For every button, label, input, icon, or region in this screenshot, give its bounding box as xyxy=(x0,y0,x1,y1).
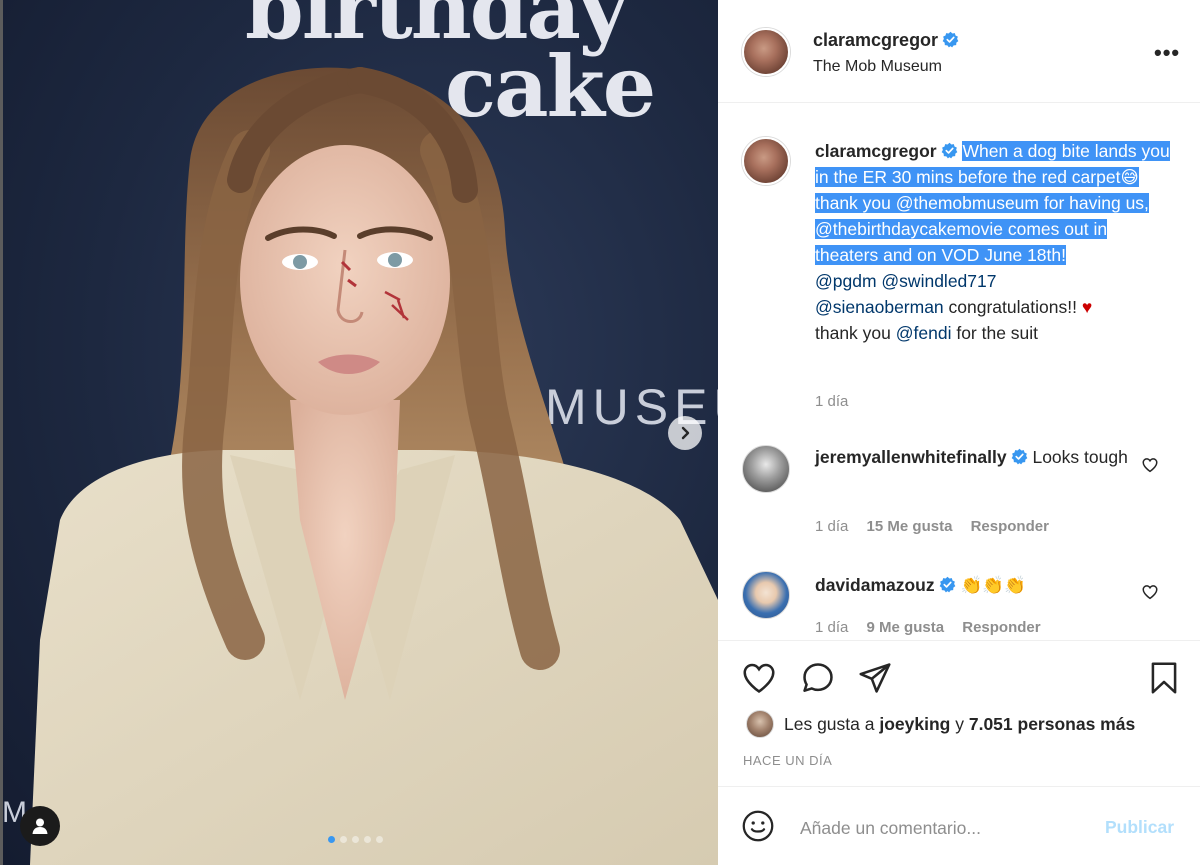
comment-bubble-icon[interactable] xyxy=(799,659,837,697)
red-heart-emoji: ♥ xyxy=(1081,297,1093,317)
comment-text: 👏👏👏 xyxy=(955,575,1026,595)
comments-scroll-area[interactable]: claramcgregor When a dog bite lands you … xyxy=(718,104,1200,640)
author-username[interactable]: claramcgregor xyxy=(813,30,938,50)
publish-button[interactable]: Publicar xyxy=(1105,817,1174,838)
heart-outline-icon[interactable] xyxy=(1141,583,1159,601)
mention-fendi[interactable]: @fendi xyxy=(896,323,952,343)
carousel-dot xyxy=(376,836,383,843)
comment-text: Looks tough xyxy=(1027,447,1128,467)
comment-likes[interactable]: 9 Me gusta xyxy=(867,619,945,636)
mention-swindled717[interactable]: @swindled717 xyxy=(881,271,996,291)
verified-badge-icon xyxy=(939,576,955,593)
verified-badge-icon xyxy=(942,31,959,48)
likes-prefix: Les gusta a xyxy=(784,714,880,734)
next-image-button[interactable] xyxy=(668,416,702,450)
comment-likes[interactable]: 15 Me gusta xyxy=(867,518,953,535)
comment-meta: 1 día 15 Me gusta Responder xyxy=(815,518,1063,535)
share-paper-plane-icon[interactable] xyxy=(856,659,894,697)
carousel-dot xyxy=(328,836,335,843)
comment-input[interactable] xyxy=(800,813,1100,843)
comment-item: davidamazouz 👏👏👏 xyxy=(815,572,1145,598)
reply-button[interactable]: Responder xyxy=(971,518,1049,535)
comment-item: jeremyallenwhitefinally Looks tough xyxy=(815,444,1145,470)
commenter-avatar[interactable] xyxy=(742,571,790,619)
likes-summary[interactable]: Les gusta a joeyking y 7.051 personas má… xyxy=(784,714,1135,735)
carousel-dot xyxy=(364,836,371,843)
mention-sienaoberman[interactable]: @sienaoberman xyxy=(815,297,944,317)
reply-button[interactable]: Responder xyxy=(962,619,1040,636)
mention-pgdm[interactable]: @pgdm xyxy=(815,271,877,291)
person-photo xyxy=(30,67,718,865)
comment-username[interactable]: davidamazouz xyxy=(815,575,935,595)
author-avatar[interactable] xyxy=(742,28,790,76)
user-icon xyxy=(32,818,48,834)
liker-avatar[interactable] xyxy=(746,710,774,738)
like-heart-icon[interactable] xyxy=(740,659,778,697)
caption-congrats-text: congratulations!! xyxy=(943,297,1082,317)
likes-count[interactable]: 7.051 personas más xyxy=(969,714,1135,734)
chevron-right-icon xyxy=(681,426,690,440)
location-link[interactable]: The Mob Museum xyxy=(813,58,942,76)
comment-time[interactable]: 1 día xyxy=(815,518,848,535)
post-caption: claramcgregor When a dog bite lands you … xyxy=(815,138,1175,346)
comment-time[interactable]: 1 día xyxy=(815,619,848,636)
comment-meta: 1 día 9 Me gusta Responder xyxy=(815,619,1055,636)
add-comment-bar: Publicar xyxy=(718,786,1200,865)
post-side-panel: claramcgregor The Mob Museum ••• claramc… xyxy=(718,0,1200,865)
post-actions: Les gusta a joeyking y 7.051 personas má… xyxy=(718,640,1200,790)
caption-thanks-text: thank you xyxy=(815,323,896,343)
commenter-avatar[interactable] xyxy=(742,445,790,493)
verified-badge-icon xyxy=(1011,448,1027,465)
carousel-dot xyxy=(352,836,359,843)
tagged-users-button[interactable] xyxy=(20,806,60,846)
caption-author-avatar[interactable] xyxy=(742,137,790,185)
likes-user[interactable]: joeyking xyxy=(879,714,950,734)
carousel-indicator xyxy=(328,836,383,843)
comment-username[interactable]: jeremyallenwhitefinally xyxy=(815,447,1007,467)
more-options-button[interactable]: ••• xyxy=(1154,40,1180,66)
emoji-smiley-icon[interactable] xyxy=(740,808,776,844)
likes-middle: y xyxy=(950,714,969,734)
window-edge xyxy=(0,0,3,865)
carousel-dot xyxy=(340,836,347,843)
post-timestamp[interactable]: HACE UN DÍA xyxy=(743,753,832,768)
caption-timestamp[interactable]: 1 día xyxy=(815,393,848,410)
heart-outline-icon[interactable] xyxy=(1141,456,1159,474)
post-header: claramcgregor The Mob Museum ••• xyxy=(718,0,1200,103)
bookmark-icon[interactable] xyxy=(1145,659,1183,697)
post-image[interactable]: birthday cake MUSEU M xyxy=(0,0,718,865)
verified-badge-icon xyxy=(941,142,957,159)
caption-username[interactable]: claramcgregor xyxy=(815,141,937,161)
caption-suit-text: for the suit xyxy=(951,323,1039,343)
